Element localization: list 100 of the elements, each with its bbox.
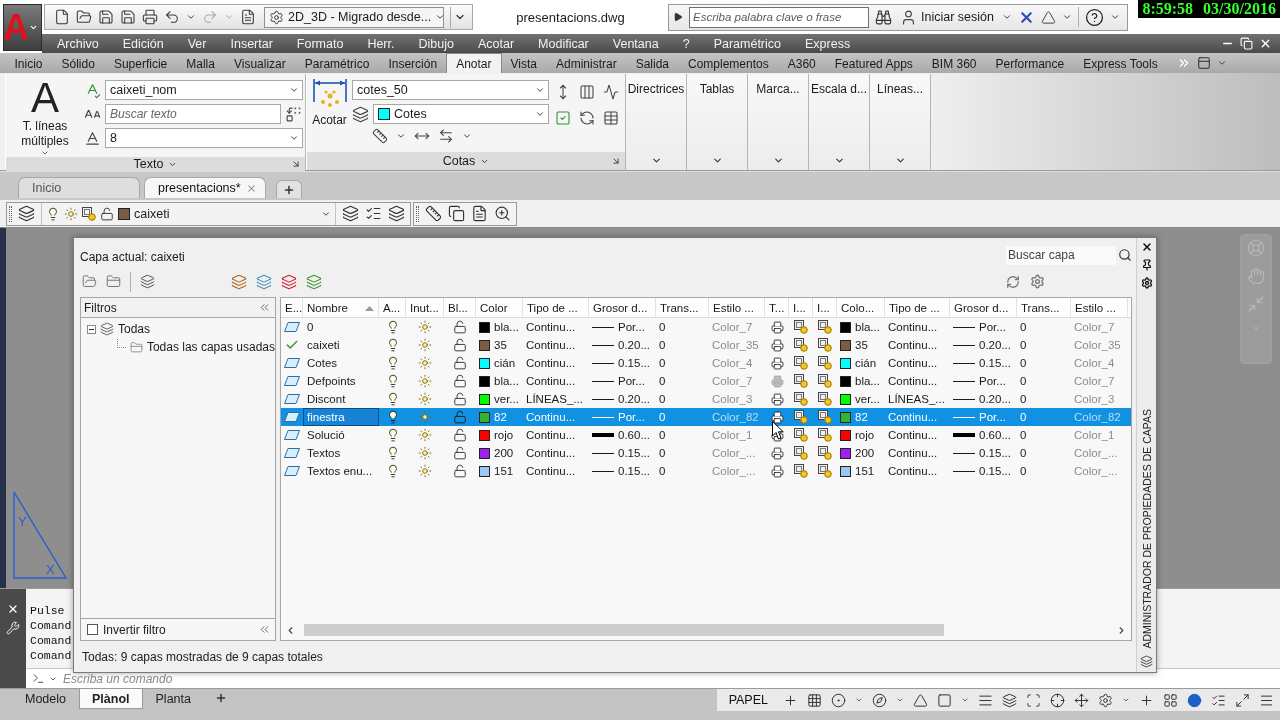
column-header[interactable]: Tipo de ... <box>523 298 589 317</box>
menu-icon[interactable] <box>1259 692 1274 708</box>
column-header[interactable]: Color <box>476 298 523 317</box>
caret-icon[interactable] <box>855 696 863 704</box>
ruler-icon[interactable] <box>372 128 388 144</box>
ribbon-tab[interactable]: Vista <box>501 54 547 73</box>
ribbon-tab[interactable]: Featured Apps <box>825 54 923 73</box>
menu-item[interactable]: Ventana <box>600 36 671 51</box>
color-swatch-icon[interactable] <box>840 411 851 423</box>
column-header[interactable]: Nombre <box>303 298 379 317</box>
close-icon[interactable] <box>7 603 19 615</box>
checklist-icon[interactable] <box>365 205 382 222</box>
collapsed-panel-button[interactable]: Tablas <box>687 74 748 170</box>
prompt-icon[interactable] <box>32 672 45 685</box>
ribbon-tab[interactable]: Paramétrico <box>295 54 379 73</box>
ribbon-tab[interactable]: BIM 360 <box>922 54 986 73</box>
viewport-sun-icon[interactable] <box>818 374 832 388</box>
caret-icon[interactable] <box>711 155 723 166</box>
undo-icon[interactable] <box>164 9 180 25</box>
layers-icon[interactable] <box>342 205 359 222</box>
column-header[interactable]: T... <box>765 298 789 317</box>
viewport-sun-icon[interactable] <box>794 446 808 460</box>
find-text-field[interactable]: Buscar texto <box>105 104 281 124</box>
caret-icon[interactable] <box>396 131 406 141</box>
sun-icon[interactable] <box>418 464 432 478</box>
panel-icon[interactable] <box>1197 56 1212 70</box>
ribbon-tab[interactable]: Salida <box>626 54 679 73</box>
copy-icon[interactable] <box>448 205 465 222</box>
ribbon-tab[interactable]: A360 <box>778 54 826 73</box>
text-height-dropdown[interactable]: 8 <box>105 128 303 148</box>
caret-icon[interactable] <box>1001 12 1012 22</box>
menu-item[interactable]: Acotar <box>465 36 527 51</box>
viewport-sun-icon[interactable] <box>794 428 808 442</box>
column-header[interactable]: I... <box>789 298 813 317</box>
document-icon[interactable] <box>471 205 488 222</box>
ribbon-tab[interactable]: Express Tools <box>1073 54 1168 73</box>
printer-icon[interactable] <box>770 446 784 460</box>
layer-name[interactable]: 0 <box>307 321 314 333</box>
layer-name[interactable]: Discont <box>307 393 346 405</box>
sun-icon[interactable] <box>418 392 432 406</box>
ribbon-tab[interactable]: Anotar <box>446 54 501 73</box>
ribbon-tab[interactable]: Malla <box>176 54 225 73</box>
printer-icon[interactable] <box>770 464 784 478</box>
color-swatch-icon[interactable] <box>840 357 851 369</box>
open-lock-icon[interactable] <box>453 410 467 424</box>
layer-row[interactable]: 0 bla... Continu... Por... 0 Color_7 bla... Continu... Por... 0 Color_7 <box>281 318 1131 336</box>
diagonal-arrow-icon[interactable] <box>611 156 621 166</box>
color-swatch-icon[interactable] <box>479 411 490 423</box>
dimension-button[interactable]: Acotar <box>311 78 348 152</box>
open-lock-icon[interactable] <box>453 428 467 442</box>
column-header[interactable]: Estilo ... <box>1071 298 1128 317</box>
double-arrow-icon[interactable] <box>438 128 454 144</box>
collapsed-panel-button[interactable]: Escala d... <box>809 74 870 170</box>
collapsed-panel-button[interactable]: Marca... <box>748 74 809 170</box>
search-icon[interactable] <box>1118 248 1132 262</box>
caret-icon[interactable] <box>1217 58 1228 68</box>
viewport-sun-icon[interactable] <box>818 320 832 334</box>
printer-icon[interactable] <box>770 410 784 424</box>
folder-icon[interactable] <box>82 274 97 289</box>
layers-icon[interactable] <box>18 205 35 222</box>
layer-row[interactable]: Discont ver... LÍNEAS_... 0.20... 0 Color_3 ver... LÍNEAS_... 0.20... 0 Color_3 <box>281 390 1131 408</box>
search-field[interactable]: Buscar capa <box>1006 245 1116 265</box>
caret-icon[interactable] <box>535 109 545 119</box>
ruler-icon[interactable] <box>425 205 442 222</box>
layer-name[interactable]: Solució <box>307 429 345 441</box>
text-style-dropdown[interactable]: caixeti_nom <box>105 80 303 100</box>
viewport-sun-icon[interactable] <box>794 464 808 478</box>
column-header[interactable]: Bl... <box>444 298 476 317</box>
color-swatch-icon[interactable] <box>479 393 490 405</box>
color-swatch-icon[interactable] <box>840 447 851 459</box>
color-swatch-icon[interactable] <box>840 465 851 477</box>
triangle-icon[interactable] <box>913 692 928 708</box>
menu-item[interactable]: Express <box>793 36 863 51</box>
column-header[interactable]: Inut... <box>406 298 444 317</box>
open-lock-icon[interactable] <box>453 446 467 460</box>
ribbon-tab[interactable]: Administrar <box>546 54 627 73</box>
column-header[interactable]: I... <box>813 298 837 317</box>
column-header[interactable]: A... <box>379 298 406 317</box>
printer-icon[interactable] <box>770 356 784 370</box>
checkbox-icon[interactable] <box>87 624 98 635</box>
tree-item[interactable]: Todas <box>118 322 151 336</box>
scan-icon[interactable] <box>1026 692 1041 708</box>
color-swatch-icon[interactable] <box>840 393 851 405</box>
collapsed-panel-button[interactable]: Directrices <box>626 74 687 170</box>
open-lock-icon[interactable] <box>453 374 467 388</box>
layers-icon[interactable] <box>388 205 405 222</box>
color-swatch-icon[interactable] <box>479 375 490 387</box>
sun-icon[interactable] <box>418 356 432 370</box>
column-header[interactable]: Trans... <box>656 298 709 317</box>
layers-icon[interactable] <box>281 273 297 290</box>
folder-icon[interactable] <box>76 9 92 25</box>
columns-icon[interactable] <box>579 84 595 100</box>
layer-row[interactable]: caixeti 35 Continu... 0.20... 0 Color_35 35 Continu... 0.20... 0 Color_35 <box>281 336 1131 354</box>
column-header[interactable]: Grosor d... <box>950 298 1017 317</box>
ribbon-tab[interactable]: Superficie <box>104 54 177 73</box>
menu-item[interactable]: Modificar <box>526 36 601 51</box>
ribbon-tab[interactable]: Complementos <box>678 54 779 73</box>
viewport-sun-icon[interactable] <box>794 320 808 334</box>
menu-item[interactable]: ? <box>670 36 702 51</box>
color-swatch-icon[interactable] <box>840 339 851 351</box>
